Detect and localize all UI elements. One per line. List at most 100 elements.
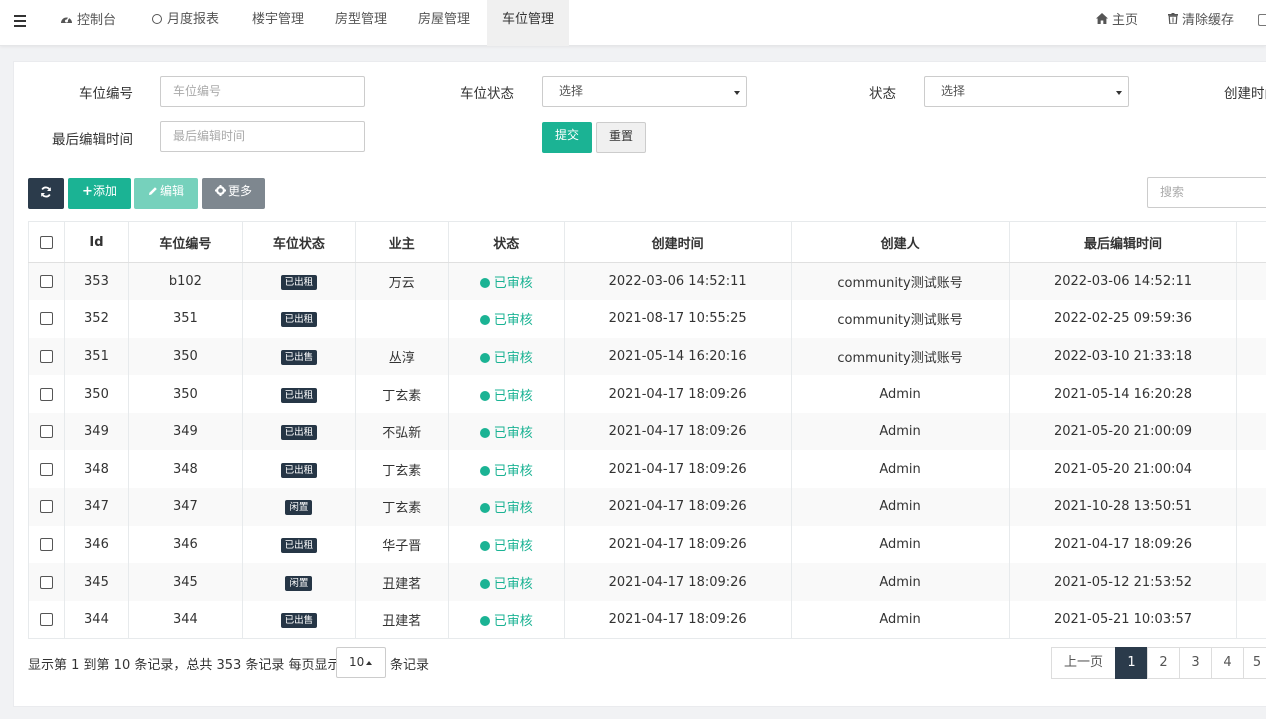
table-row[interactable]: 350 350 已出租 丁玄素 已审核 2021-04-17 18:09:26 Admin 2… xyxy=(28,375,1266,413)
cell-id: 346 xyxy=(63,525,129,564)
space-no-input[interactable]: 车位编号 xyxy=(160,76,365,107)
cell-space-status: 已出租 xyxy=(241,300,356,338)
page-3-button[interactable]: 3 xyxy=(1179,647,1212,679)
tab-room-type-mgmt[interactable]: 房型管理 xyxy=(322,0,400,46)
table-row[interactable]: 353 b102 已出租 万云 已审核 2022-03-06 14:52:11 commun… xyxy=(28,262,1266,301)
table-row[interactable]: 346 346 已出租 华子晋 已审核 2021-04-17 18:09:26 Admin 2… xyxy=(28,525,1266,564)
row-checkbox[interactable] xyxy=(39,349,53,363)
row-checkbox[interactable] xyxy=(39,612,53,626)
table-row[interactable]: 349 349 已出租 不弘新 已审核 2021-04-17 18:09:26 Admin 2… xyxy=(28,412,1266,451)
col-space-no[interactable]: 车位编号 xyxy=(127,221,243,263)
chevron-down-icon xyxy=(1116,91,1122,95)
space-status-select[interactable]: 选择 xyxy=(542,76,747,107)
cell-space-status: 已出租 xyxy=(241,525,356,564)
menu-toggle-icon[interactable] xyxy=(14,15,26,27)
prev-page-button[interactable]: 上一页 xyxy=(1051,647,1116,679)
cell-space-status: 已出租 xyxy=(241,262,356,301)
cell-space-no: 346 xyxy=(127,525,243,564)
cell-owner: 丁玄素 xyxy=(354,450,449,489)
col-owner[interactable]: 业主 xyxy=(354,221,449,263)
cell-id: 349 xyxy=(63,412,129,451)
row-checkbox[interactable] xyxy=(39,275,53,289)
reset-button[interactable]: 重置 xyxy=(596,122,646,153)
row-checkbox[interactable] xyxy=(39,537,53,551)
clear-cache-link[interactable]: 清除缓存 xyxy=(1168,0,1234,46)
col-id[interactable]: Id xyxy=(63,221,129,263)
cell-space-no: 351 xyxy=(127,300,243,338)
status-dot-icon xyxy=(479,578,490,589)
col-space-status[interactable]: 车位状态 xyxy=(241,221,356,263)
cell-created: 2021-05-14 16:20:16 xyxy=(563,337,792,376)
cell-edited: 2021-05-20 21:00:09 xyxy=(1008,412,1237,451)
space-status-badge: 已出租 xyxy=(280,462,318,478)
table-row[interactable]: 348 348 已出租 丁玄素 已审核 2021-04-17 18:09:26 Admin 2… xyxy=(28,450,1266,489)
row-select-cell xyxy=(28,300,65,338)
row-checkbox[interactable] xyxy=(39,500,53,514)
cell-id: 350 xyxy=(63,375,129,413)
space-status-label: 车位状态 xyxy=(460,86,514,102)
tab-monthly-report[interactable]: 月度报表 xyxy=(140,0,231,46)
page-4-button[interactable]: 4 xyxy=(1211,647,1244,679)
cell-space-no: 350 xyxy=(127,337,243,376)
page-size-value: 10 xyxy=(349,655,365,669)
row-checkbox[interactable] xyxy=(39,425,53,439)
cell-extra xyxy=(1236,337,1266,376)
more-button-label: 更多 xyxy=(227,184,252,198)
status-dot-icon xyxy=(479,540,490,551)
tab-monthly-report-label: 月度报表 xyxy=(167,12,220,27)
space-status-badge: 已出租 xyxy=(280,275,318,291)
circle-icon xyxy=(152,14,162,24)
cell-extra xyxy=(1236,525,1266,564)
row-select-cell xyxy=(28,337,65,376)
cell-status: 已审核 xyxy=(447,337,565,376)
row-checkbox[interactable] xyxy=(39,575,53,589)
table-row[interactable]: 352 351 已出租 已审核 2021-08-17 10:55:25 community… xyxy=(28,300,1266,338)
gear-icon xyxy=(214,179,226,206)
tab-parking-mgmt[interactable]: 车位管理 xyxy=(487,0,569,46)
page-5-button[interactable]: 5 xyxy=(1243,647,1266,679)
cell-edited: 2021-05-14 16:20:28 xyxy=(1008,375,1237,413)
home-link[interactable]: 主页 xyxy=(1096,0,1138,46)
page-size-select[interactable]: 10 xyxy=(336,647,386,678)
table-row[interactable]: 345 345 闲置 丑建茗 已审核 2021-04-17 18:09:26 Admin 20… xyxy=(28,563,1266,601)
status-text: 已审核 xyxy=(493,501,533,517)
search-input[interactable]: 搜索 xyxy=(1147,177,1266,208)
row-checkbox[interactable] xyxy=(39,387,53,401)
page-1-button[interactable]: 1 xyxy=(1115,647,1148,679)
col-created[interactable]: 创建时间 xyxy=(563,221,792,263)
space-status-badge: 已出租 xyxy=(280,425,318,441)
cell-space-no: 345 xyxy=(127,563,243,601)
table-row[interactable]: 351 350 已出售 丛淳 已审核 2021-05-14 16:20:16 communi… xyxy=(28,337,1266,376)
fullscreen-icon[interactable] xyxy=(1258,14,1266,26)
edit-button[interactable]: 编辑 xyxy=(134,178,198,209)
submit-button[interactable]: 提交 xyxy=(542,122,592,153)
table-row[interactable]: 347 347 闲置 丁玄素 已审核 2021-04-17 18:09:26 Admin 20… xyxy=(28,488,1266,526)
tab-dashboard[interactable]: 控制台 xyxy=(48,0,128,46)
cell-extra xyxy=(1236,300,1266,338)
refresh-button[interactable] xyxy=(28,178,64,209)
col-status[interactable]: 状态 xyxy=(447,221,565,263)
cell-id: 345 xyxy=(63,563,129,601)
cell-id: 347 xyxy=(63,488,129,526)
cell-space-no: 350 xyxy=(127,375,243,413)
more-button[interactable]: 更多 xyxy=(202,178,265,209)
tab-house-mgmt[interactable]: 房屋管理 xyxy=(405,0,483,46)
created-time-label: 创建时间 xyxy=(1224,86,1266,102)
home-icon xyxy=(1096,0,1108,40)
cell-edited: 2021-05-21 10:03:57 xyxy=(1008,600,1237,639)
tab-building-mgmt[interactable]: 楼宇管理 xyxy=(240,0,316,46)
last-edit-input[interactable]: 最后编辑时间 xyxy=(160,121,365,152)
table-row[interactable]: 344 344 已出售 丑建茗 已审核 2021-04-17 18:09:26 Admin 2… xyxy=(28,600,1266,639)
cell-owner: 丁玄素 xyxy=(354,488,449,526)
add-button[interactable]: +添加 xyxy=(68,178,131,209)
col-creator[interactable]: 创建人 xyxy=(790,221,1010,263)
select-all-checkbox[interactable] xyxy=(39,235,53,249)
status-select[interactable]: 选择 xyxy=(924,76,1129,107)
row-checkbox[interactable] xyxy=(39,312,53,326)
status-dot-icon xyxy=(479,278,490,289)
chevron-down-icon xyxy=(734,91,740,95)
col-edited[interactable]: 最后编辑时间 xyxy=(1008,221,1237,263)
cell-extra xyxy=(1236,450,1266,489)
row-checkbox[interactable] xyxy=(39,462,53,476)
page-2-button[interactable]: 2 xyxy=(1147,647,1180,679)
